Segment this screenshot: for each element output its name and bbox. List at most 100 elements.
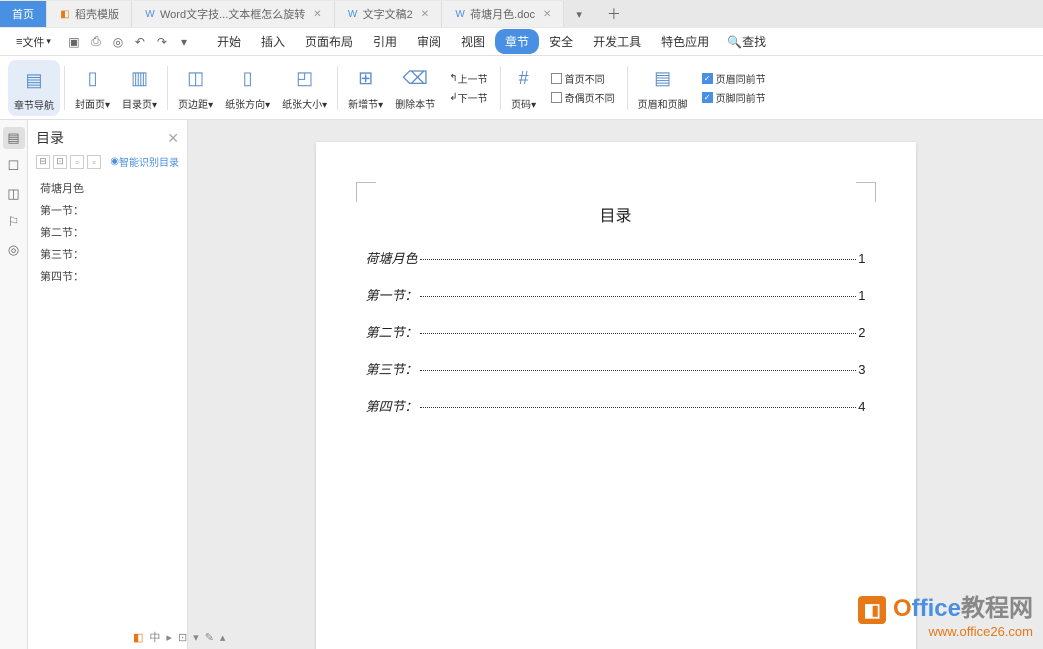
nav-items-list: 荷塘月色 第一节： 第二节： 第三节： 第四节： [36,177,179,287]
footer-same-checkbox[interactable]: ✓页脚同前节 [698,88,770,107]
checkbox-icon: ✓ [702,73,713,84]
toc-entry: 第二节： 2 [366,322,866,341]
expand-icon[interactable]: ⊟ [36,155,50,169]
firstpage-diff-checkbox[interactable]: 首页不同 [547,69,619,88]
toc-entry-page: 1 [858,251,865,266]
tab-template[interactable]: ◧ 稻壳模版 [47,1,132,27]
status-icon: ▸ [166,631,172,644]
level-icon[interactable]: ▫ [87,155,101,169]
outline-icon[interactable]: ▤ [3,127,25,149]
find-icon[interactable]: ◎ [3,239,25,261]
toc-entry-label: 第四节： [366,396,418,415]
word-icon: W [347,8,359,20]
more-icon[interactable]: ▾ [173,32,195,52]
save-icon[interactable]: ▣ [63,32,85,52]
ribbon-icon[interactable]: ◫ [3,183,25,205]
ribbon-tab-reference[interactable]: 引用 [363,29,407,54]
page-diff-group: 首页不同 奇偶页不同 [543,60,623,116]
nav-panel-header: 目录 ✕ [36,128,179,148]
tab-add-button[interactable]: ＋ [602,4,626,24]
ribbon-btn-headerfooter[interactable]: ▤ 页眉和页脚 [632,60,694,116]
ribbon-tab-view[interactable]: 视图 [451,29,495,54]
toc-entry-page: 1 [858,288,865,303]
close-icon[interactable]: ✕ [543,9,551,20]
close-icon[interactable]: ✕ [167,130,179,147]
search-icon: 🔍 [727,35,742,49]
nav-item[interactable]: 第一节： [36,199,179,221]
tab-home[interactable]: 首页 [0,1,47,27]
feedback-icon[interactable]: ⚐ [3,211,25,233]
nav-item[interactable]: 第四节： [36,265,179,287]
ribbon-tab-security[interactable]: 安全 [539,29,583,54]
bookmark-icon[interactable]: ☐ [3,155,25,177]
docer-icon: ◧ [59,8,71,20]
search-label: 查找 [742,33,766,50]
prev-section-button[interactable]: ↰ 上一节 [445,69,491,88]
ribbon-btn-toc[interactable]: ▥ 目录页▾ [116,60,163,116]
preview-icon[interactable]: ◎ [107,32,129,52]
smart-toc-button[interactable]: ◉ 智能识别目录 [110,154,179,169]
ribbon-label: 目录页▾ [122,96,157,111]
print-icon[interactable]: ⎙ [85,32,107,52]
status-icon: ▾ [193,631,199,644]
ribbon-tab-start[interactable]: 开始 [207,29,251,54]
ribbon-btn-delsec[interactable]: ⌫ 删除本节 [389,60,441,116]
status-icon: ✎ [205,631,214,644]
size-icon: ◰ [292,66,318,92]
collapse-icon[interactable]: ⊡ [53,155,67,169]
tab-doc1[interactable]: W Word文字技...文本框怎么旋转 ✕ [132,1,335,27]
status-icon: ▴ [220,631,226,644]
nav-item[interactable]: 荷塘月色 [36,177,179,199]
ribbon-btn-newsec[interactable]: ⊞ 新增节▾ [342,60,389,116]
ribbon-btn-margin[interactable]: ◫ 页边距▾ [172,60,219,116]
logo-icon: ◧ [858,596,886,624]
search-button[interactable]: 🔍 查找 [727,33,766,50]
document-canvas[interactable]: 目录 荷塘月色 1 第一节： 1 第二节： 2 第三节： 3 [188,120,1043,649]
ribbon-tab-layout[interactable]: 页面布局 [295,29,363,54]
checkbox-icon: ✓ [702,92,713,103]
tab-doc3[interactable]: W 荷塘月色.doc ✕ [442,1,564,27]
ribbon: ▤ 章节导航 ▯ 封面页▾ ▥ 目录页▾ ◫ 页边距▾ ▯ 纸张方向▾ ◰ 纸张… [0,56,1043,120]
divider [337,66,338,110]
margin-icon: ◫ [183,66,209,92]
ribbon-btn-pagenum[interactable]: # 页码▾ [505,60,543,116]
ribbon-tab-section[interactable]: 章节 [495,29,539,54]
oddpage-diff-checkbox[interactable]: 奇偶页不同 [547,88,619,107]
tab-label: 稻壳模版 [75,6,119,22]
tab-label: Word文字技...文本框怎么旋转 [160,6,305,22]
ribbon-btn-nav[interactable]: ▤ 章节导航 [8,60,60,116]
ribbon-tab-review[interactable]: 审阅 [407,29,451,54]
status-icon: ⊡ [178,631,187,644]
side-rail: ▤ ☐ ◫ ⚐ ◎ [0,120,28,649]
close-icon[interactable]: ✕ [313,9,321,20]
ribbon-btn-orient[interactable]: ▯ 纸张方向▾ [219,60,276,116]
ribbon-btn-size[interactable]: ◰ 纸张大小▾ [276,60,333,116]
ribbon-label: 新增节▾ [348,96,383,111]
ribbon-tab-insert[interactable]: 插入 [251,29,295,54]
header-same-checkbox[interactable]: ✓页眉同前节 [698,69,770,88]
nav-item[interactable]: 第二节： [36,221,179,243]
ribbon-btn-cover[interactable]: ▯ 封面页▾ [69,60,116,116]
redo-icon[interactable]: ↷ [151,32,173,52]
nav-item[interactable]: 第三节： [36,243,179,265]
menu-bar: ≡ 文件 ▾ ▣ ⎙ ◎ ↶ ↷ ▾ 开始 插入 页面布局 引用 审阅 视图 章… [0,28,1043,56]
ribbon-label: 纸张大小▾ [282,96,327,111]
tab-overflow[interactable]: ▾ [564,1,594,27]
tab-doc2[interactable]: W 文字文稿2 ✕ [335,1,443,27]
ribbon-tab-special[interactable]: 特色应用 [651,29,719,54]
ribbon-label: 章节导航 [14,97,54,112]
close-icon[interactable]: ✕ [421,9,429,20]
next-section-button[interactable]: ↲ 下一节 [445,88,491,107]
toc-leader [420,259,857,260]
undo-icon[interactable]: ↶ [129,32,151,52]
divider [627,66,628,110]
ribbon-tab-developer[interactable]: 开发工具 [583,29,651,54]
level-icon[interactable]: ▫ [70,155,84,169]
document-page[interactable]: 目录 荷塘月色 1 第一节： 1 第二节： 2 第三节： 3 [316,142,916,649]
toc-title: 目录 [366,202,866,226]
ribbon-tabs: 开始 插入 页面布局 引用 审阅 视图 章节 安全 开发工具 特色应用 [207,29,719,54]
toc-entry-label: 第三节： [366,359,418,378]
file-menu[interactable]: ≡ 文件 ▾ [8,32,59,52]
checkbox-icon [551,73,562,84]
ribbon-label: 封面页▾ [75,96,110,111]
